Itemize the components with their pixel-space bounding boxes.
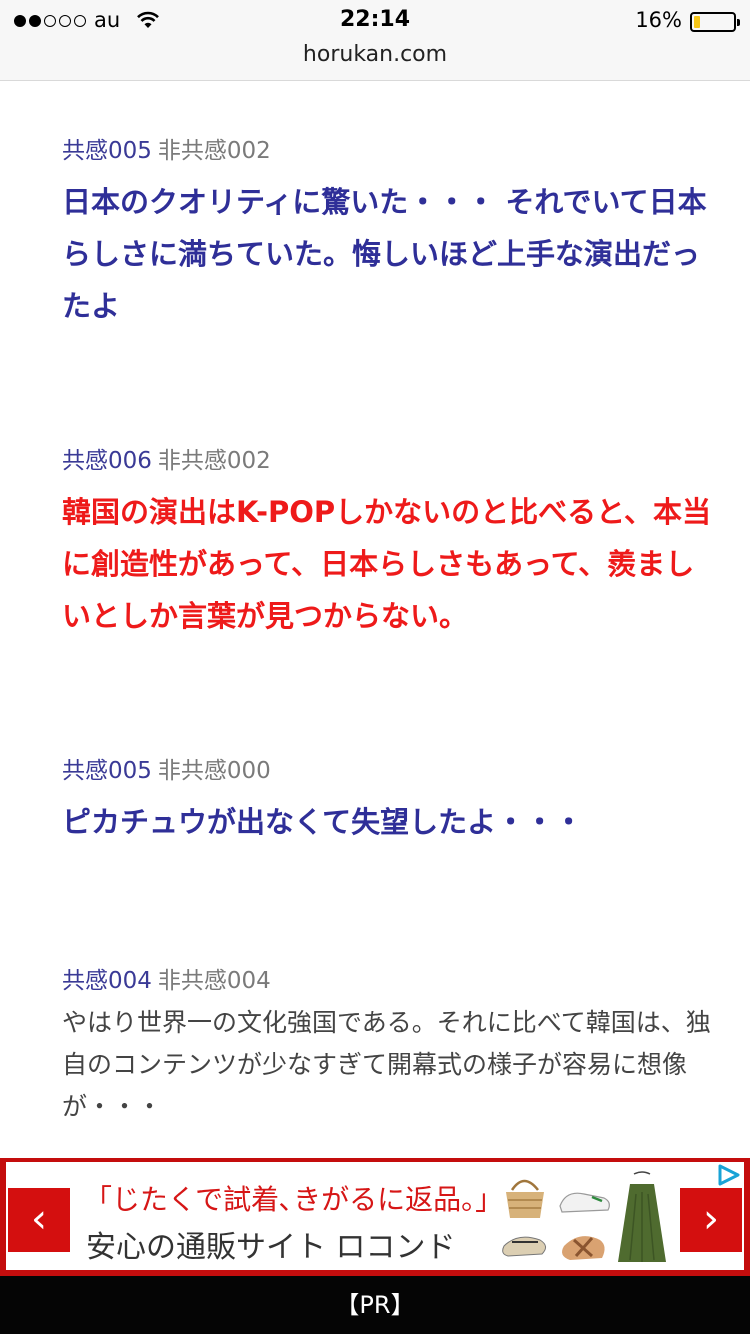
product-images[interactable]: [498, 1170, 678, 1266]
dislike-count[interactable]: 非共感002: [158, 448, 271, 474]
ad-content[interactable]: ‹ 「じたくで試着､きがるに返品。」 安心の通販サイト ロコンド ›: [6, 1162, 744, 1270]
like-count[interactable]: 共感006: [62, 448, 152, 474]
like-count[interactable]: 共感004: [62, 968, 152, 994]
like-count[interactable]: 共感005: [62, 758, 152, 784]
dislike-count[interactable]: 非共感002: [158, 138, 271, 164]
chevron-right-icon[interactable]: ›: [680, 1188, 742, 1252]
url-bar[interactable]: horukan.com: [0, 42, 750, 67]
like-count[interactable]: 共感005: [62, 138, 152, 164]
comment-meta: 共感004 非共感004: [62, 966, 712, 996]
ad-headline[interactable]: 「じたくで試着､きがるに返品。」: [84, 1178, 503, 1218]
comment-item: 共感005 非共感002 日本のクオリティに驚いた・・・ それでいて日本らしさに満…: [62, 136, 712, 332]
ad-subline[interactable]: 安心の通販サイト ロコンド: [86, 1222, 456, 1266]
comment-item: 共感006 非共感002 韓国の演出はK-POPしかないのと比べると、本当に創造性…: [62, 446, 712, 642]
chevron-left-icon[interactable]: ‹: [8, 1188, 70, 1252]
comment-text: 日本のクオリティに驚いた・・・ それでいて日本らしさに満ちていた。悔しいほど上手…: [62, 185, 707, 323]
comment-meta: 共感006 非共感002: [62, 446, 712, 476]
battery-icon: [690, 12, 740, 32]
dislike-count[interactable]: 非共感004: [158, 968, 271, 994]
pr-label: 【PR】: [0, 1276, 750, 1334]
battery-percent: 16%: [635, 8, 682, 32]
comment-item: 共感004 非共感004 やはり世界一の文化強国である。それに比べて韓国は、独自の…: [62, 966, 712, 1128]
comment-text: 韓国の演出はK-POPしかないのと比べると、本当に創造性があって、日本らしさもあ…: [62, 495, 711, 633]
comment-meta: 共感005 非共感002: [62, 136, 712, 166]
comment-text: ピカチュウが出なくて失望したよ・・・: [62, 805, 584, 839]
status-bar: au 22:14 16% horukan.com: [0, 0, 750, 81]
comment-meta: 共感005 非共感000: [62, 756, 712, 786]
dislike-count[interactable]: 非共感000: [158, 758, 271, 784]
comment-text: やはり世界一の文化強国である。それに比べて韓国は、独自のコンテンツが少なすぎて開…: [62, 1008, 711, 1121]
ad-choices-icon[interactable]: [714, 1162, 742, 1188]
comment-item: 共感005 非共感000 ピカチュウが出なくて失望したよ・・・: [62, 756, 712, 848]
ad-banner[interactable]: ‹ 「じたくで試着､きがるに返品。」 安心の通販サイト ロコンド ›: [0, 1158, 750, 1276]
